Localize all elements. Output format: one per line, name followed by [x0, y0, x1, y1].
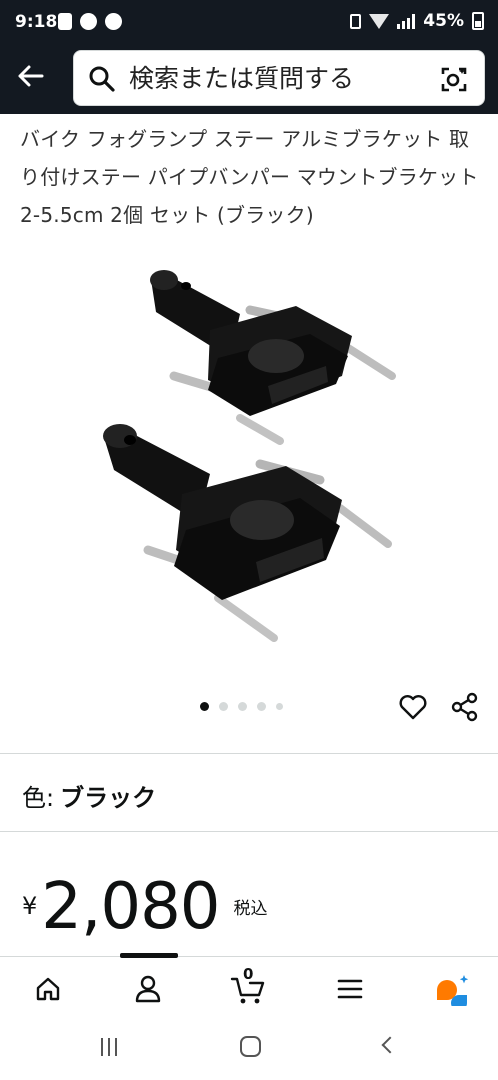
lock-icon: [350, 13, 362, 29]
search-icon: [89, 66, 115, 92]
notification-icon: [105, 13, 122, 30]
bottom-nav: 0: [0, 953, 498, 1018]
pager-dot[interactable]: [257, 702, 266, 711]
transit-icon: [58, 13, 72, 30]
status-bar: 9:18 45%: [0, 0, 498, 46]
home-icon: [36, 977, 60, 1001]
notification-icon: [80, 13, 97, 30]
heart-icon[interactable]: [398, 692, 428, 722]
bracket-bottom: [103, 424, 392, 642]
search-box[interactable]: [73, 50, 485, 106]
camera-lens-icon[interactable]: [440, 65, 468, 93]
menu-icon: [337, 979, 363, 999]
nav-menu[interactable]: [330, 971, 370, 1007]
battery-icon: [472, 12, 484, 30]
back-arrow-icon: [18, 65, 44, 87]
back-button[interactable]: [10, 58, 50, 94]
home-button[interactable]: [240, 1036, 261, 1057]
header: [0, 46, 498, 114]
nav-cart[interactable]: 0: [228, 965, 268, 1007]
nav-account[interactable]: [128, 971, 168, 1007]
price-tax-label: 税込: [233, 899, 268, 919]
pager-dot[interactable]: [219, 702, 228, 711]
price-value: 2,080: [41, 870, 220, 944]
ai-chat-icon: [437, 975, 469, 1006]
share-icon[interactable]: [450, 692, 480, 722]
nav-rufus[interactable]: [432, 971, 472, 1007]
image-pager[interactable]: [200, 702, 283, 711]
color-selector[interactable]: 色: ブラック: [22, 778, 156, 813]
status-right: 45%: [350, 11, 484, 31]
pager-dot[interactable]: [238, 702, 247, 711]
pager-dot[interactable]: [276, 703, 283, 710]
color-value: ブラック: [60, 784, 157, 812]
back-nav-button[interactable]: [381, 1036, 399, 1054]
cart-count: 0: [243, 965, 254, 983]
notification-icons: [58, 13, 122, 30]
status-time: 9:18: [15, 12, 58, 32]
battery-percent: 45%: [423, 11, 464, 31]
system-nav-bar: [0, 1018, 498, 1080]
product-title[interactable]: バイク フォグランプ ステー アルミブラケット 取り付けステー パイプバンパー …: [20, 120, 482, 234]
color-label: 色:: [22, 784, 55, 812]
signal-icon: [397, 13, 416, 29]
pager-dot[interactable]: [200, 702, 209, 711]
person-icon: [135, 975, 161, 1003]
price-currency: ¥: [22, 892, 38, 920]
divider: [0, 753, 498, 754]
bracket-top: [150, 270, 396, 445]
search-input[interactable]: [129, 60, 429, 96]
wifi-icon: [369, 13, 390, 29]
recent-apps-button[interactable]: [101, 1038, 117, 1056]
nav-home[interactable]: [28, 971, 68, 1007]
product-image[interactable]: [90, 258, 410, 668]
nav-active-indicator: [120, 953, 178, 958]
divider: [0, 831, 498, 832]
price: ¥ 2,080 税込: [22, 868, 268, 946]
